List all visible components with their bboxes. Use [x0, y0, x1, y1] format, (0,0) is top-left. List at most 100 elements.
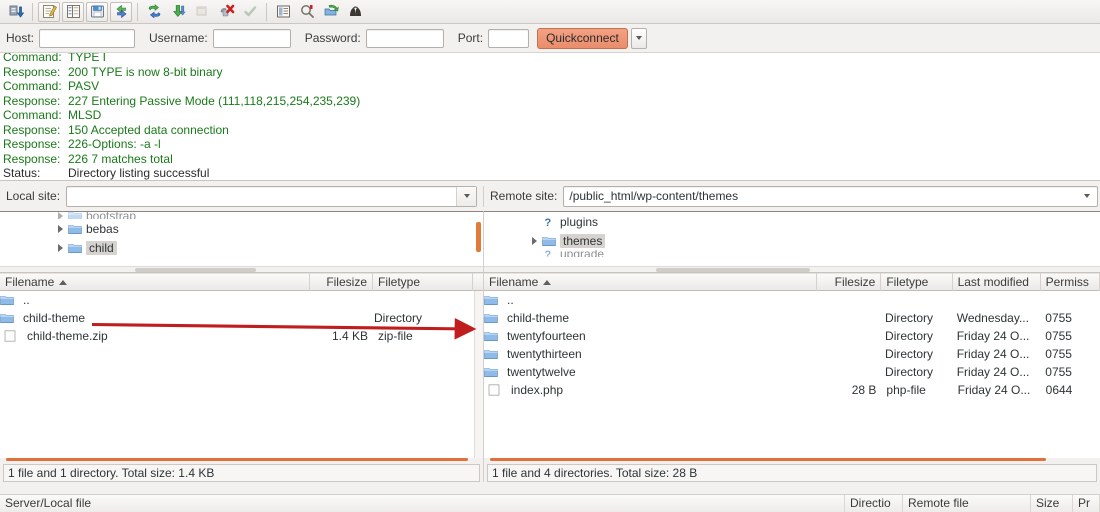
file-perms: 0755 [1040, 347, 1100, 361]
refresh-icon[interactable] [110, 2, 132, 22]
log-entry-message: MLSD [68, 108, 1100, 123]
quickconnect-history-dropdown[interactable] [631, 28, 647, 49]
log-entry-message: 226 7 matches total [68, 152, 1100, 167]
remote-list-hscrollbar[interactable] [490, 458, 1094, 463]
queue-column-priority[interactable]: Pr [1073, 495, 1100, 512]
disconnect-icon[interactable] [215, 2, 237, 22]
tree-expander-icon[interactable] [55, 223, 66, 234]
cancel-icon[interactable] [191, 2, 213, 22]
host-input[interactable] [39, 29, 135, 48]
local-tree-scroll-marker[interactable] [476, 222, 481, 252]
remote-site-combo[interactable]: /public_html/wp-content/themes [563, 186, 1098, 207]
message-log[interactable]: Command:TYPE IResponse:200 TYPE is now 8… [0, 53, 1100, 181]
file-size: 1.4 KB [310, 329, 373, 343]
column-header-filename[interactable]: Filename [484, 273, 817, 291]
remote-directory-tree[interactable]: ?plugins themes ?upgrade [483, 211, 1100, 273]
main-toolbar [0, 0, 1100, 24]
unknown-folder-icon: ? [542, 216, 556, 228]
log-entry-label: Response: [0, 94, 68, 109]
column-header-filesize[interactable]: Filesize [310, 273, 373, 291]
log-entry: Command:PASV [0, 79, 1100, 94]
password-label: Password: [305, 31, 361, 45]
username-input[interactable] [213, 29, 291, 48]
transfer-queue: Server/Local file Directio Remote file S… [0, 494, 1100, 512]
site-manager-icon[interactable] [5, 2, 27, 22]
queue-column-remote-file[interactable]: Remote file [903, 495, 1031, 512]
folder-icon [542, 235, 556, 247]
tree-item-label: themes [560, 234, 605, 248]
column-label: Last modified [958, 275, 1029, 289]
tree-item[interactable]: ?upgrade [484, 250, 1100, 257]
synchronized-browsing-icon[interactable] [320, 2, 342, 22]
local-site-combo[interactable] [66, 186, 477, 207]
local-tree-hscrollbar[interactable] [0, 266, 483, 272]
local-site-dropdown[interactable] [456, 187, 476, 206]
username-label: Username: [149, 31, 208, 45]
column-header-filetype[interactable]: Filetype [373, 273, 473, 291]
log-entry: Command:MLSD [0, 108, 1100, 123]
toggle-transfer-queue-icon[interactable] [86, 2, 108, 22]
log-entry: Response:226-Options: -a -l [0, 137, 1100, 152]
file-row[interactable]: twentytwelveDirectoryFriday 24 O...0755 [484, 363, 1100, 381]
tree-item[interactable]: ?plugins [484, 212, 1100, 231]
remote-tree-hscrollbar[interactable] [484, 266, 1100, 272]
local-directory-tree[interactable]: bootstrapbebaschild [0, 211, 483, 273]
file-row[interactable]: child-theme.zip1.4 KBzip-file [0, 327, 483, 345]
remote-file-list[interactable]: Filename Filesize Filetype Last modified… [483, 273, 1100, 458]
toggle-message-log-icon[interactable] [38, 2, 60, 22]
local-file-list[interactable]: Filename Filesize Filetype .. child-theme… [0, 273, 483, 458]
file-row[interactable]: child-themeDirectory [0, 309, 483, 327]
file-row[interactable]: twentythirteenDirectoryFriday 24 O...075… [484, 345, 1100, 363]
process-queue-icon[interactable] [143, 2, 165, 22]
password-input[interactable] [366, 29, 444, 48]
tree-item[interactable]: themes [484, 231, 1100, 250]
column-header-filename[interactable]: Filename [0, 273, 310, 291]
port-input[interactable] [488, 29, 529, 48]
quickconnect-button[interactable]: Quickconnect [537, 28, 628, 49]
filter-icon[interactable] [272, 2, 294, 22]
tree-item[interactable]: bootstrap [0, 212, 483, 219]
transfer-queue-header: Server/Local file Directio Remote file S… [0, 495, 1100, 512]
reconnect-icon[interactable] [239, 2, 261, 22]
remote-status-area: 1 file and 4 directories. Total size: 28… [483, 458, 1100, 482]
column-label: Pr [1078, 496, 1090, 510]
log-entry: Status:Directory listing successful [0, 166, 1100, 181]
queue-column-direction[interactable]: Directio [845, 495, 903, 512]
remote-site-label: Remote site: [490, 189, 557, 203]
port-label: Port: [458, 31, 483, 45]
directory-trees: bootstrapbebaschild ?plugins themes ?upgra… [0, 211, 1100, 273]
log-entry: Response:150 Accepted data connection [0, 123, 1100, 138]
find-files-icon[interactable] [344, 2, 366, 22]
remote-site-dropdown[interactable] [1077, 187, 1097, 206]
column-header-filesize[interactable]: Filesize [817, 273, 881, 291]
file-size: 28 B [817, 383, 881, 397]
file-perms: 0755 [1040, 311, 1100, 325]
tree-expander-icon[interactable] [529, 235, 540, 246]
toggle-directory-tree-icon[interactable] [62, 2, 84, 22]
folder-icon [484, 312, 498, 324]
file-row[interactable]: .. [484, 291, 1100, 309]
column-header-last-modified[interactable]: Last modified [953, 273, 1041, 291]
tree-expander-icon[interactable] [55, 212, 66, 219]
queue-column-size[interactable]: Size [1031, 495, 1073, 512]
file-name: .. [18, 293, 306, 307]
column-header-filetype[interactable]: Filetype [881, 273, 952, 291]
compare-directories-icon[interactable] [296, 2, 318, 22]
download-icon[interactable] [167, 2, 189, 22]
tree-item[interactable]: child [0, 238, 483, 257]
file-row[interactable]: .. [0, 291, 483, 309]
file-row[interactable]: twentyfourteenDirectoryFriday 24 O...075… [484, 327, 1100, 345]
tree-item-label: bootstrap [86, 212, 136, 219]
column-label: Filetype [378, 275, 420, 289]
file-row[interactable]: child-themeDirectoryWednesday...0755 [484, 309, 1100, 327]
column-header-permissions[interactable]: Permiss [1041, 273, 1100, 291]
file-row[interactable]: index.php28 Bphp-fileFriday 24 O...0644 [484, 381, 1100, 399]
file-perms: 0755 [1040, 365, 1100, 379]
queue-column-server-local-file[interactable]: Server/Local file [0, 495, 845, 512]
log-entry-label: Response: [0, 152, 68, 167]
tree-item[interactable]: bebas [0, 219, 483, 238]
tree-expander-icon[interactable] [55, 242, 66, 253]
local-list-vscrollbar[interactable] [474, 291, 483, 458]
file-name: child-theme.zip [22, 329, 310, 343]
local-list-hscrollbar[interactable] [6, 458, 477, 463]
